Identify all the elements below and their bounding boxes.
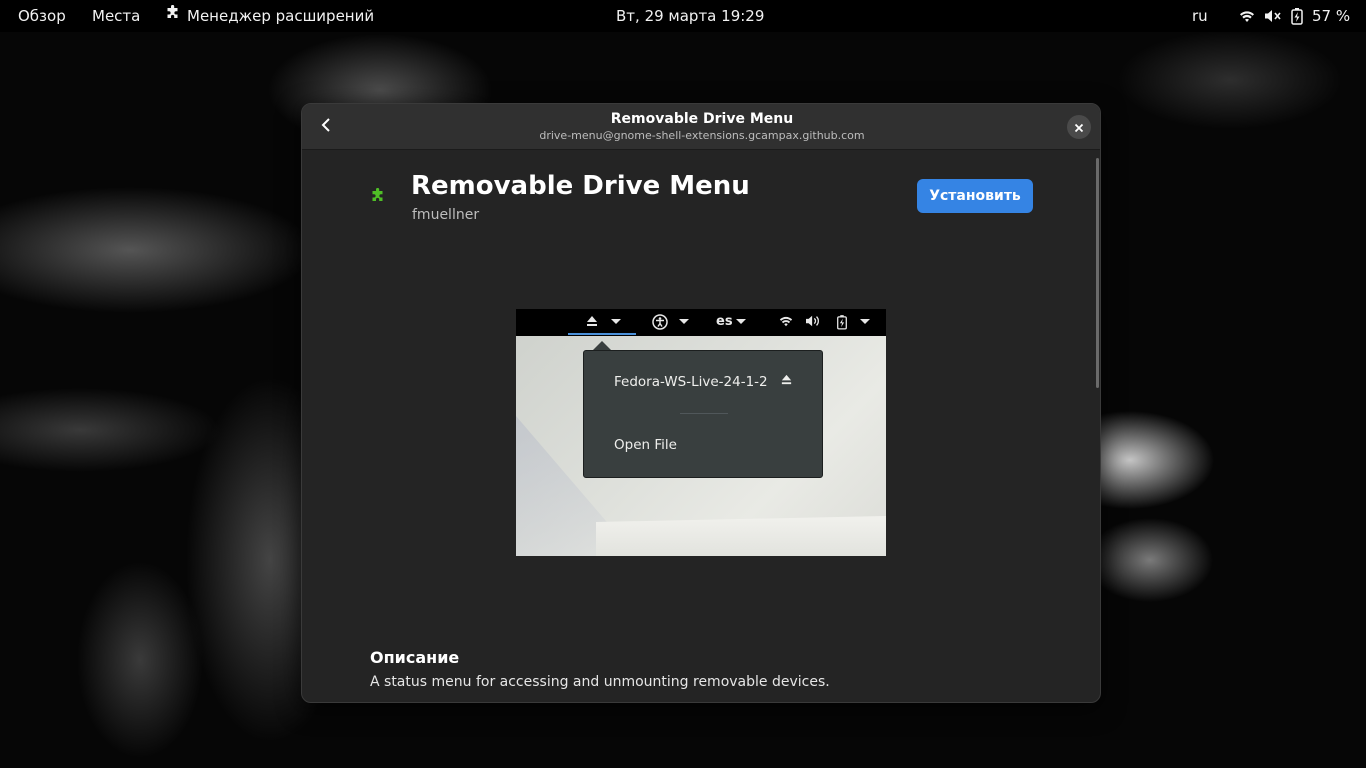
eject-icon: [780, 373, 793, 390]
extension-screenshot: es Fedora-WS-Live-24-1-2 Open File: [516, 309, 886, 556]
menu-separator: [680, 413, 728, 414]
extension-author: fmuellner: [412, 207, 480, 223]
keyboard-layout-indicator[interactable]: ru: [1192, 0, 1208, 32]
app-menu[interactable]: Менеджер расширений: [165, 0, 374, 32]
close-icon: [1074, 118, 1084, 137]
close-button[interactable]: [1067, 115, 1091, 139]
chevron-down-icon: [736, 314, 746, 332]
header-bar: Removable Drive Menu drive-menu@gnome-sh…: [302, 104, 1100, 150]
details-content: Removable Drive Menu fmuellner Установит…: [302, 151, 1100, 702]
active-indicator: [568, 333, 636, 335]
places-menu[interactable]: Места: [92, 0, 140, 32]
battery-icon: [836, 314, 848, 334]
preview-menu-item-drive: Fedora-WS-Live-24-1-2: [614, 373, 793, 390]
preview-wallpaper-facet: [596, 516, 886, 556]
drive-label: Fedora-WS-Live-24-1-2: [614, 373, 768, 390]
chevron-down-icon: [860, 314, 870, 332]
app-menu-label: Менеджер расширений: [187, 7, 375, 25]
preview-language-indicator: es: [716, 314, 733, 329]
puzzle-icon: [165, 0, 181, 32]
extension-details-dialog: Removable Drive Menu drive-menu@gnome-sh…: [301, 103, 1101, 703]
clock[interactable]: Вт, 29 марта 19:29: [616, 0, 764, 32]
accessibility-icon: [652, 314, 668, 334]
chevron-down-icon: [611, 314, 621, 332]
preview-drive-menu: Fedora-WS-Live-24-1-2 Open File: [583, 350, 823, 478]
preview-menu-item-open-file: Open File: [614, 437, 677, 453]
activities-button[interactable]: Обзор: [18, 0, 66, 32]
top-bar: Обзор Места Менеджер расширений Вт, 29 м…: [0, 0, 1366, 32]
dialog-title: Removable Drive Menu: [610, 111, 794, 127]
wifi-icon: [778, 314, 794, 332]
dialog-subtitle: drive-menu@gnome-shell-extensions.gcampa…: [539, 129, 865, 142]
wifi-icon: [1238, 8, 1256, 24]
system-status-menu[interactable]: 57 %: [1238, 0, 1350, 32]
description-text: A status menu for accessing and unmounti…: [370, 674, 830, 690]
volume-muted-icon: [1264, 8, 1282, 24]
extension-name: Removable Drive Menu: [411, 171, 750, 201]
description-heading: Описание: [370, 648, 460, 667]
battery-charging-icon: [1290, 7, 1304, 25]
chevron-down-icon: [679, 314, 689, 332]
scrollbar[interactable]: [1096, 158, 1099, 388]
puzzle-icon: [370, 187, 386, 208]
volume-icon: [805, 314, 821, 332]
install-button[interactable]: Установить: [917, 179, 1033, 213]
preview-top-panel: es: [516, 309, 886, 336]
eject-icon: [585, 314, 599, 332]
battery-percentage: 57 %: [1312, 7, 1351, 25]
